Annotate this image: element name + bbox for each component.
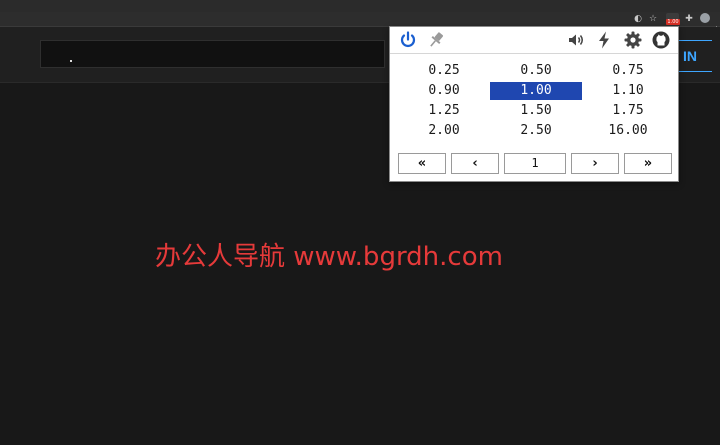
- speed-row: 1.25 1.50 1.75: [398, 101, 674, 121]
- gear-icon[interactable]: [623, 30, 643, 50]
- speed-option-selected[interactable]: 1.00: [490, 82, 582, 100]
- browser-tab-strip: [0, 0, 720, 12]
- speed-row: 2.00 2.50 16.00: [398, 121, 674, 141]
- speed-option[interactable]: 0.50: [490, 62, 582, 80]
- pin-icon[interactable]: [426, 30, 446, 50]
- extension-badge: 1.00: [666, 19, 680, 25]
- search-cursor: [70, 60, 72, 62]
- page-number-input[interactable]: 1: [504, 153, 566, 174]
- volume-icon[interactable]: [566, 30, 586, 50]
- bolt-icon[interactable]: [594, 30, 614, 50]
- last-page-button[interactable]: »: [624, 153, 672, 174]
- speed-option[interactable]: 1.10: [582, 82, 674, 100]
- speed-option[interactable]: 1.75: [582, 102, 674, 120]
- speed-option[interactable]: 2.00: [398, 122, 490, 140]
- screen-share-icon[interactable]: ◐: [633, 13, 643, 25]
- power-icon[interactable]: [398, 30, 418, 50]
- user-icon[interactable]: [700, 13, 710, 23]
- speed-row: 0.25 0.50 0.75: [398, 61, 674, 81]
- speed-pager: « ‹ 1 › »: [398, 153, 674, 175]
- speed-option[interactable]: 1.25: [398, 102, 490, 120]
- speed-popup: 0.25 0.50 0.75 0.90 1.00 1.10 1.25 1.50 …: [389, 26, 679, 182]
- speed-option[interactable]: 0.25: [398, 62, 490, 80]
- speed-option[interactable]: 0.75: [582, 62, 674, 80]
- github-icon[interactable]: [651, 30, 671, 50]
- search-input[interactable]: [40, 40, 385, 68]
- popup-header: [390, 27, 678, 54]
- watermark-text: 办公人导航 www.bgrdh.com: [155, 242, 503, 272]
- speed-option[interactable]: 0.90: [398, 82, 490, 100]
- next-page-button[interactable]: ›: [571, 153, 619, 174]
- prev-page-button[interactable]: ‹: [451, 153, 499, 174]
- speed-grid: 0.25 0.50 0.75 0.90 1.00 1.10 1.25 1.50 …: [398, 61, 674, 141]
- speed-option[interactable]: 2.50: [490, 122, 582, 140]
- browser-toolbar: ◐ ☆ ✚ ⋮: [0, 12, 720, 35]
- puzzle-icon[interactable]: ✚: [684, 13, 694, 25]
- first-page-button[interactable]: «: [398, 153, 446, 174]
- star-icon[interactable]: ☆: [648, 13, 658, 25]
- speed-row: 0.90 1.00 1.10: [398, 81, 674, 101]
- speed-option[interactable]: 1.50: [490, 102, 582, 120]
- speed-option[interactable]: 16.00: [582, 122, 674, 140]
